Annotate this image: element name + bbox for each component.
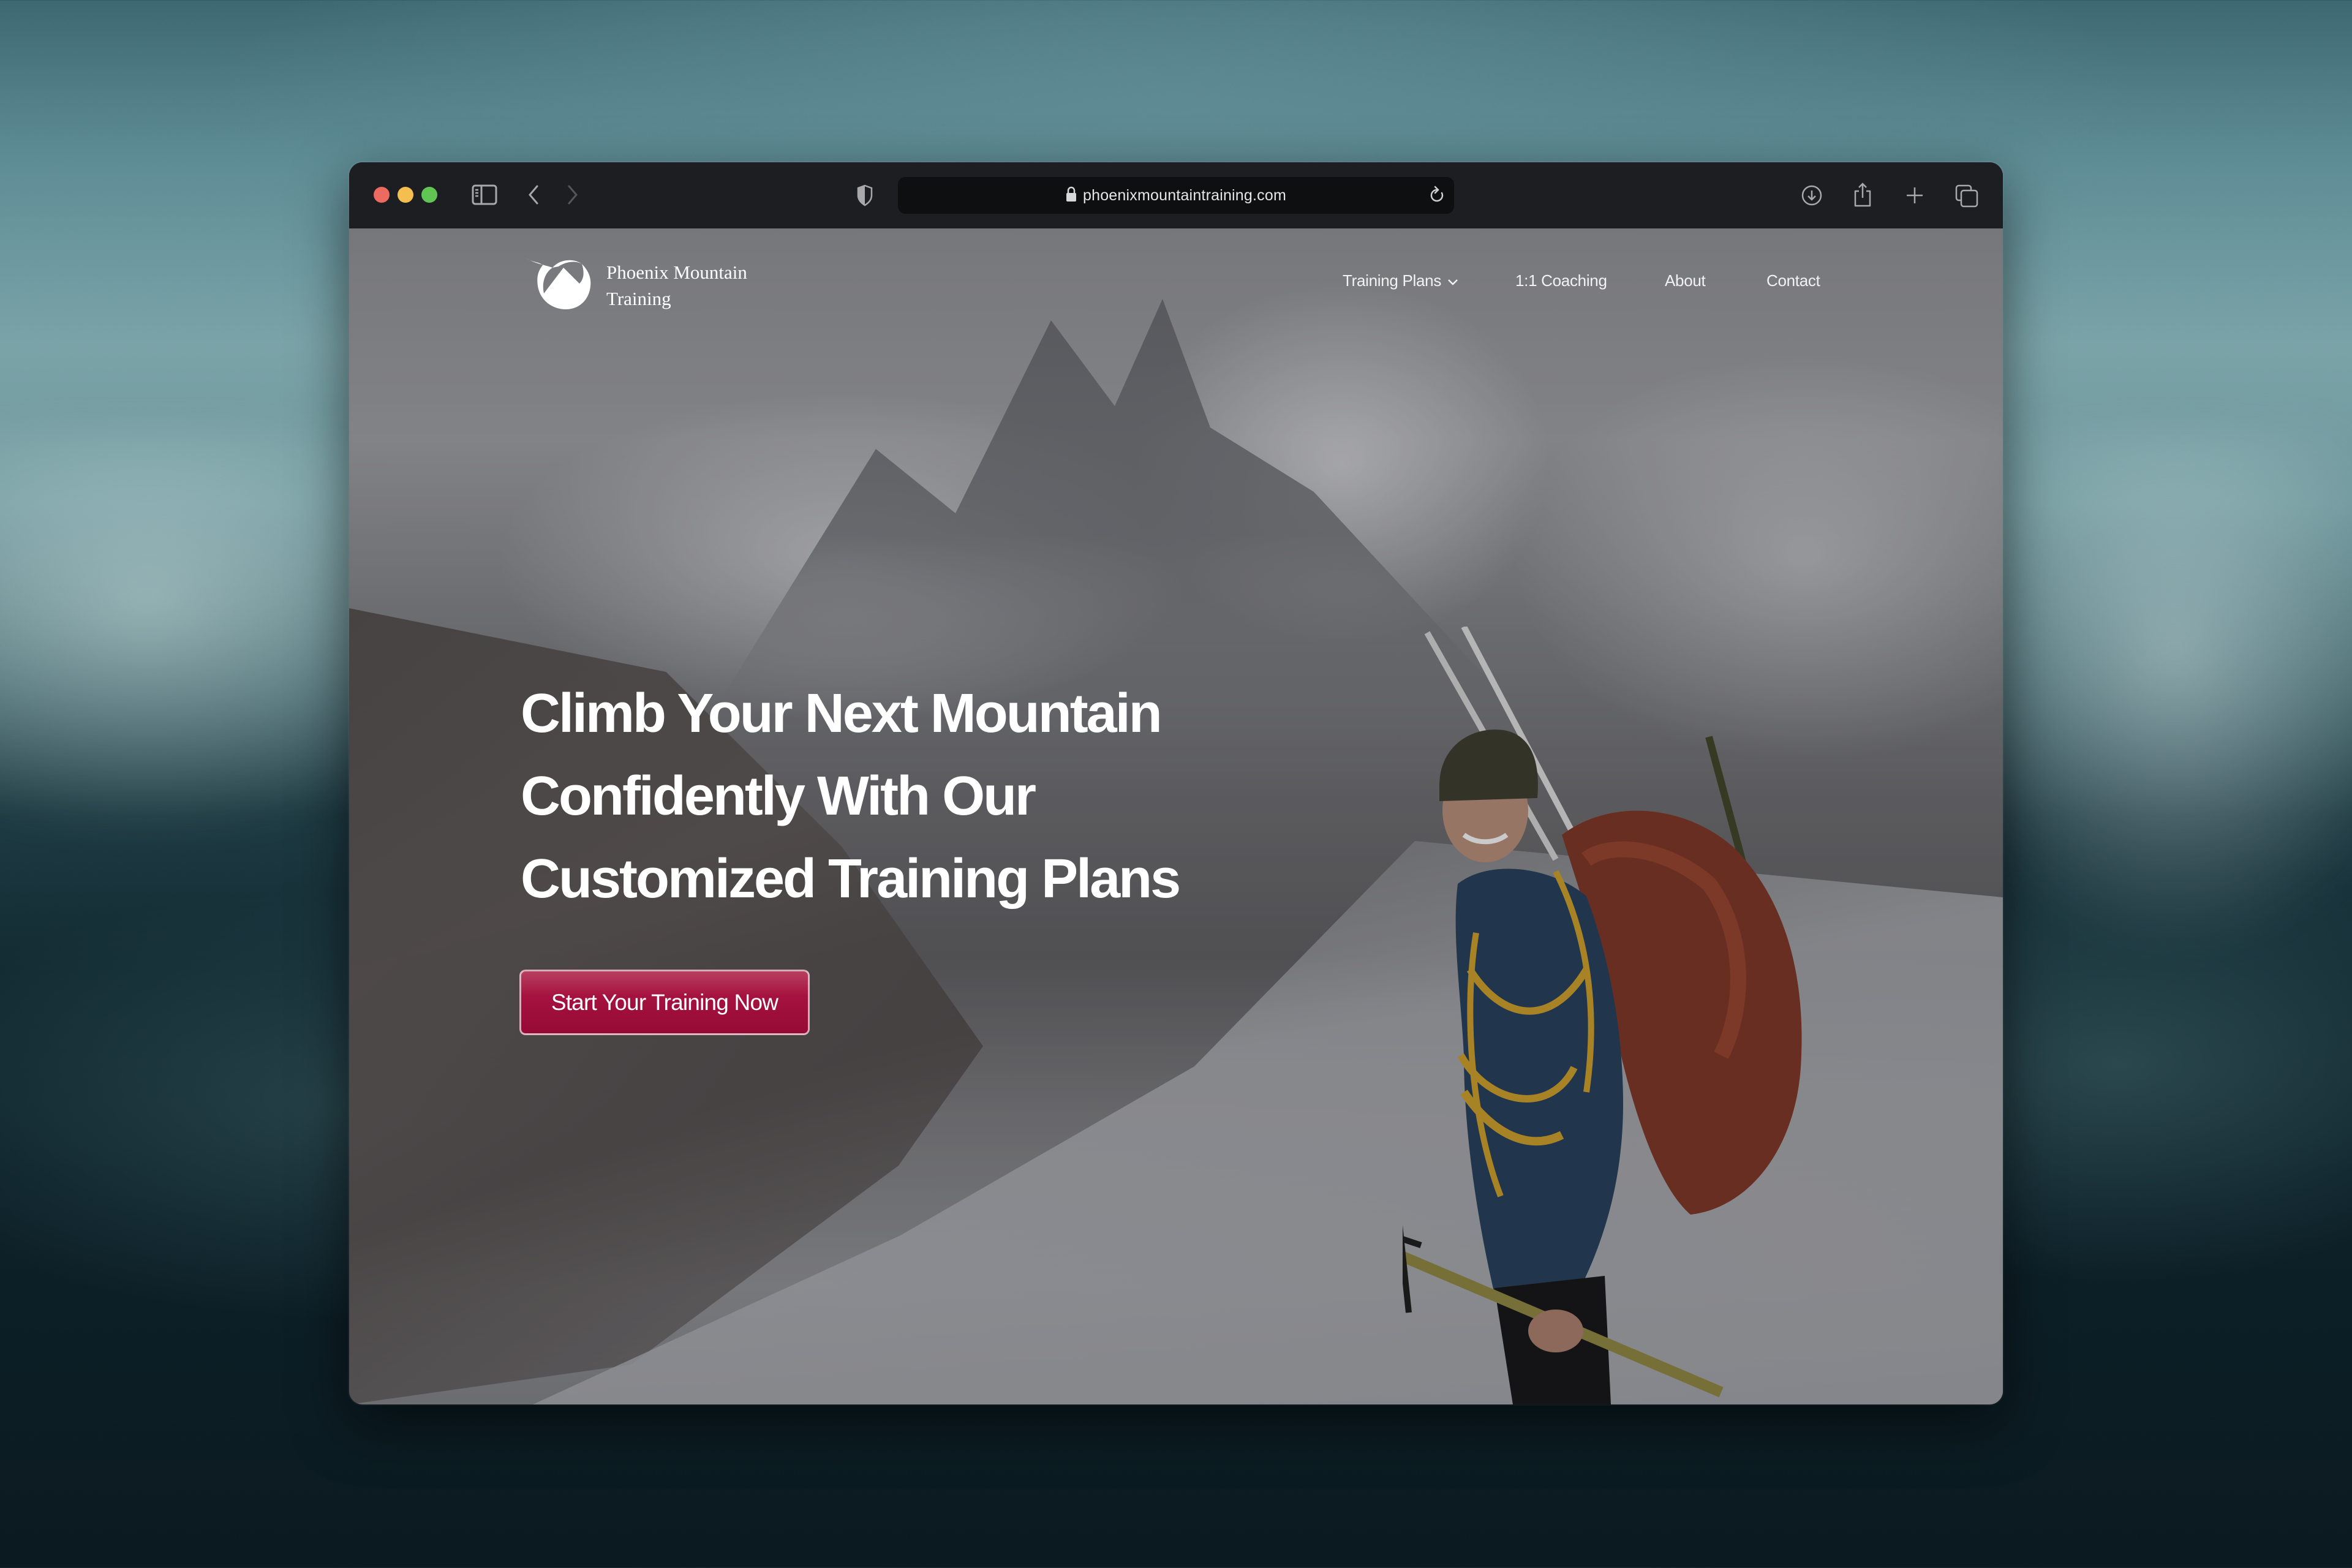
minimize-window-button[interactable]	[398, 187, 413, 203]
start-training-button[interactable]: Start Your Training Now	[519, 970, 810, 1035]
phoenix-mountain-logo-icon	[521, 254, 594, 316]
nav-training-plans-label: Training Plans	[1343, 271, 1442, 290]
hero-headline: Climb Your Next Mountain Confidently Wit…	[521, 673, 1256, 921]
nav-contact[interactable]: Contact	[1766, 271, 1820, 290]
site-logo[interactable]: Phoenix Mountain Training	[521, 254, 747, 316]
maximize-window-button[interactable]	[421, 187, 437, 203]
webpage-content: Phoenix Mountain Training Training Plans…	[349, 228, 2003, 1404]
nav-about[interactable]: About	[1665, 271, 1706, 290]
chevron-right-icon[interactable]	[567, 184, 579, 205]
logo-line-2: Training	[606, 287, 671, 309]
shield-icon[interactable]	[856, 184, 873, 206]
nav-coaching[interactable]: 1:1 Coaching	[1515, 271, 1607, 290]
browser-window: phoenixmountaintraining.com Phoenix Moun…	[349, 162, 2003, 1404]
logo-line-1: Phoenix Mountain	[606, 261, 747, 283]
nav-contact-label: Contact	[1766, 271, 1820, 290]
logo-text: Phoenix Mountain Training	[606, 259, 747, 312]
browser-toolbar: phoenixmountaintraining.com	[349, 162, 2003, 230]
address-bar[interactable]: phoenixmountaintraining.com	[898, 177, 1454, 214]
tab-overview-icon[interactable]	[1955, 184, 1978, 208]
hero-headline-line-1: Climb Your Next Mountain	[521, 683, 1163, 744]
share-icon[interactable]	[1853, 182, 1872, 208]
lock-icon	[1066, 186, 1077, 205]
hero-headline-line-3: Customized Training Plans	[521, 848, 1181, 910]
download-icon[interactable]	[1801, 184, 1823, 206]
chevron-left-icon[interactable]	[527, 184, 540, 205]
hero-headline-line-2: Confidently With Our	[521, 766, 1036, 827]
plus-icon[interactable]	[1905, 186, 1924, 205]
close-window-button[interactable]	[374, 187, 390, 203]
chevron-down-icon	[1447, 271, 1458, 290]
nav-coaching-label: 1:1 Coaching	[1515, 271, 1607, 290]
nav-about-label: About	[1665, 271, 1706, 290]
url-text: phoenixmountaintraining.com	[1083, 186, 1286, 204]
nav-training-plans[interactable]: Training Plans	[1343, 271, 1458, 290]
sidebar-icon[interactable]	[472, 184, 497, 205]
reload-icon[interactable]	[1428, 186, 1446, 208]
